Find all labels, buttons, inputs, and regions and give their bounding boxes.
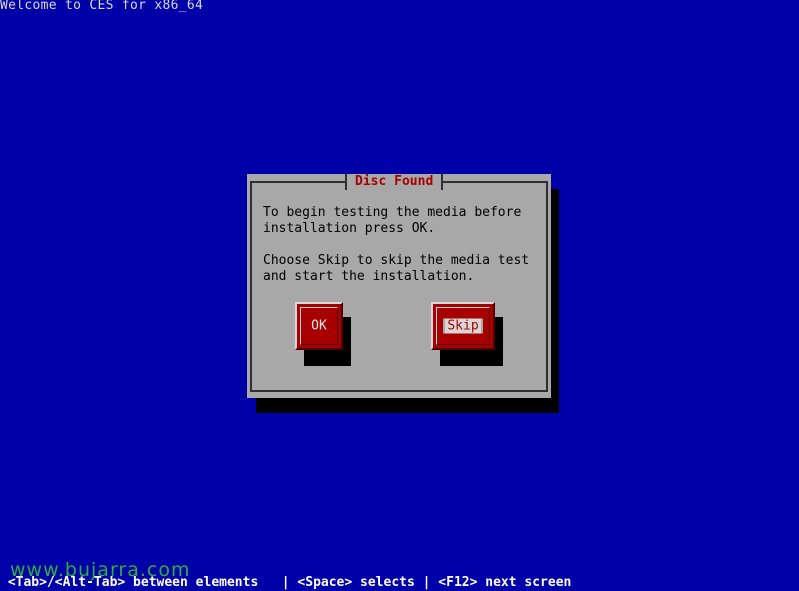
dialog-message-line-4: and start the installation. [263,269,475,284]
dialog-message-line-2: installation press OK. [263,221,436,236]
ok-button[interactable]: OK [295,302,343,350]
screen-title: Welcome to CES for x86_64 [0,0,204,13]
dialog-title: Disc Found [345,174,444,190]
ok-button-label: OK [311,318,327,334]
dialog-message-line-3: Choose Skip to skip the media test [263,253,530,268]
keyboard-help-bar: <Tab>/<Alt-Tab> between elements | <Spac… [0,575,572,590]
disc-found-dialog: Disc Found To begin testing the media be… [247,174,551,398]
skip-button-label: Skip [443,318,483,334]
dialog-message: To begin testing the media before instal… [263,205,529,285]
dialog-message-line-1: To begin testing the media before [263,205,522,220]
skip-button[interactable]: Skip [431,302,495,350]
